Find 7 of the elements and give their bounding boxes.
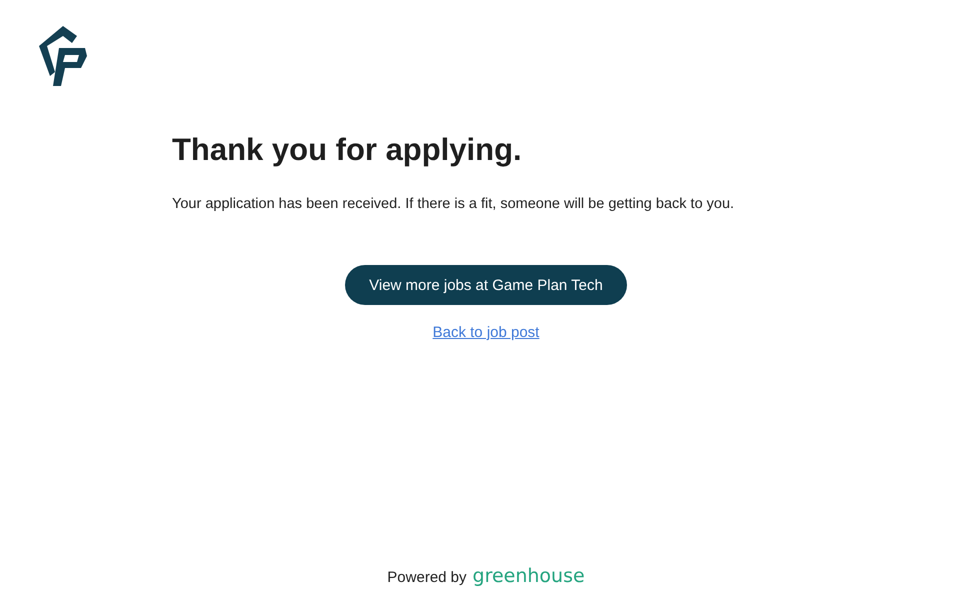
powered-by-text: Powered by — [387, 569, 467, 586]
page-heading: Thank you for applying. — [172, 132, 523, 168]
brand-link[interactable]: greenhouse — [472, 565, 585, 587]
logo-icon — [37, 24, 89, 88]
confirmation-message: Your application has been received. If there is a fit, someone will be getting back to you. — [172, 196, 736, 212]
view-jobs-button[interactable]: View more jobs at Game Plan Tech — [345, 265, 627, 305]
back-link[interactable]: Back to job post — [432, 324, 540, 341]
